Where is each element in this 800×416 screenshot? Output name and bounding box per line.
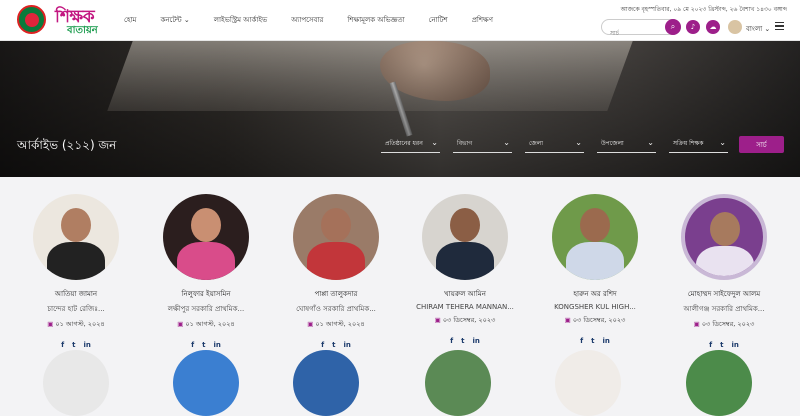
social-links: f t in xyxy=(535,337,655,345)
calendar-icon: ▣ xyxy=(177,320,184,328)
nav-item-home[interactable]: হোম xyxy=(124,14,136,26)
teacher-card[interactable]: নিলুফার ইয়াসমিন লক্ষীপুর সরকারি প্রাথমি… xyxy=(146,194,266,349)
twitter-icon[interactable]: t xyxy=(202,341,205,349)
facebook-icon[interactable]: f xyxy=(61,341,64,349)
teacher-name[interactable]: মোহাম্মদ সাইফেদুল আলম xyxy=(664,288,784,300)
filter-institution-type[interactable]: প্রতিষ্ঠানের ধরন xyxy=(381,138,440,153)
teacher-school: ঘোষগাঁও সরকারি প্রাথমিক... xyxy=(296,305,376,313)
teacher-photo[interactable] xyxy=(293,194,379,280)
social-links: f t in xyxy=(405,337,525,345)
twitter-icon[interactable]: t xyxy=(591,337,594,345)
teacher-photo[interactable] xyxy=(686,350,752,416)
nav-item-content[interactable]: কনটেন্ট xyxy=(160,14,189,26)
facebook-icon[interactable]: f xyxy=(580,337,583,345)
twitter-icon[interactable]: t xyxy=(720,341,723,349)
teacher-name[interactable]: নিলুফার ইয়াসমিন xyxy=(146,288,266,300)
linkedin-icon[interactable]: in xyxy=(732,341,739,349)
header-search: ⌕ xyxy=(601,19,681,41)
teacher-photo[interactable] xyxy=(555,350,621,416)
teacher-name[interactable]: আতিয়া জামান xyxy=(16,288,136,300)
nav-item-apps[interactable]: অ্যাপসেবার xyxy=(291,14,323,26)
teacher-name[interactable]: খায়রুল আমিন xyxy=(405,288,525,300)
linkedin-icon[interactable]: in xyxy=(344,341,351,349)
filter-district[interactable]: জেলা xyxy=(525,138,584,153)
nav-item-training[interactable]: প্রশিক্ষণ xyxy=(472,14,493,26)
teacher-photo[interactable] xyxy=(163,194,249,280)
search-input[interactable] xyxy=(602,26,662,41)
teacher-photo[interactable] xyxy=(173,350,239,416)
date-text: আজকে বৃহস্পতিবার, ০৯ মে ২০২৩ খ্রিস্টাব্দ… xyxy=(620,6,787,13)
teacher-photo[interactable] xyxy=(552,194,638,280)
teacher-date: ▣ ০১ আগস্ট, ২০২৪ xyxy=(307,320,365,328)
twitter-icon[interactable]: t xyxy=(332,341,335,349)
hero-banner: আর্কাইভ (২১২) জন প্রতিষ্ঠানের ধরন বিভাগ … xyxy=(0,41,800,177)
teacher-card[interactable]: পাপ্পা তালুকদার ঘোষগাঁও সরকারি প্রাথমিক.… xyxy=(276,194,396,349)
linkedin-icon[interactable]: in xyxy=(473,337,480,345)
teacher-card[interactable]: আতিয়া জামান চান্দের হাট রেজিঃ... ▣ ০১ আগ… xyxy=(16,194,136,349)
teacher-date: ▣ ০১ আগস্ট, ২০২৪ xyxy=(177,320,235,328)
facebook-icon[interactable]: f xyxy=(709,341,712,349)
teacher-card[interactable]: খায়রুল আমিন CHIRAM TEHERA MANNAN... ▣ ০৩… xyxy=(405,194,525,345)
teacher-school: KONGSHER KUL HIGH... xyxy=(554,303,636,311)
cloud-icon[interactable]: ☁ xyxy=(706,20,720,34)
site-header: শিক্ষক বাতায়ন হোম কনটেন্ট লাইভস্ট্রিম আ… xyxy=(0,0,800,41)
language-select[interactable]: বাংলা xyxy=(746,23,770,35)
menu-icon[interactable] xyxy=(775,22,784,30)
social-links: f t in xyxy=(276,341,396,349)
teacher-photo[interactable] xyxy=(681,194,767,280)
nav-item-notice[interactable]: নোটিশ xyxy=(429,14,448,26)
bell-icon[interactable]: ♪ xyxy=(686,20,700,34)
teacher-school: CHIRAM TEHERA MANNAN... xyxy=(416,303,514,311)
search-button[interactable]: সার্চ xyxy=(739,136,784,153)
calendar-icon: ▣ xyxy=(693,320,700,328)
nav-item-livestream[interactable]: লাইভস্ট্রিম আর্কাইভ xyxy=(214,14,267,26)
social-links: f t in xyxy=(664,341,784,349)
teacher-school: আলীগঞ্জ সরকারি প্রাথমিক... xyxy=(683,305,765,313)
government-logo[interactable] xyxy=(17,5,46,34)
calendar-icon: ▣ xyxy=(47,320,54,328)
brand-line2: বাতায়ন xyxy=(67,25,98,36)
teacher-card[interactable]: হারুন অর রশিদ KONGSHER KUL HIGH... ▣ ০৩ ড… xyxy=(535,194,655,345)
avatar[interactable] xyxy=(728,20,742,34)
nav-item-experience[interactable]: শিক্ষামূলক অভিজ্ঞতা xyxy=(347,14,404,26)
filter-division[interactable]: বিভাগ xyxy=(453,138,512,153)
twitter-icon[interactable]: t xyxy=(461,337,464,345)
teacher-date: ▣ ০৩ ডিসেম্বর, ২০২৩ xyxy=(564,316,626,324)
calendar-icon: ▣ xyxy=(434,316,441,324)
teacher-name[interactable]: পাপ্পা তালুকদার xyxy=(276,288,396,300)
facebook-icon[interactable]: f xyxy=(191,341,194,349)
facebook-icon[interactable]: f xyxy=(450,337,453,345)
brand-logo[interactable]: শিক্ষক বাতায়ন xyxy=(55,4,105,36)
linkedin-icon[interactable]: in xyxy=(603,337,610,345)
page-title: আর্কাইভ (২১২) জন xyxy=(17,138,117,152)
teacher-school: লক্ষীপুর সরকারি প্রাথমিক... xyxy=(167,305,245,313)
teacher-card[interactable]: মোহাম্মদ সাইফেদুল আলম আলীগঞ্জ সরকারি প্র… xyxy=(664,194,784,349)
filter-upazila[interactable]: উপজেলা xyxy=(597,138,656,153)
filter-active-teacher[interactable]: সক্রিয় শিক্ষক xyxy=(669,138,728,153)
social-links: f t in xyxy=(146,341,266,349)
social-links: f t in xyxy=(16,341,136,349)
teacher-photo[interactable] xyxy=(425,350,491,416)
linkedin-icon[interactable]: in xyxy=(84,341,91,349)
teacher-photo[interactable] xyxy=(422,194,508,280)
teacher-photo[interactable] xyxy=(293,350,359,416)
teacher-photo[interactable] xyxy=(43,350,109,416)
teacher-photo[interactable] xyxy=(33,194,119,280)
teacher-date: ▣ ০৩ ডিসেম্বর, ২০২৩ xyxy=(693,320,755,328)
search-icon[interactable]: ⌕ xyxy=(665,19,681,35)
calendar-icon: ▣ xyxy=(564,316,571,324)
main-nav: হোম কনটেন্ট লাইভস্ট্রিম আর্কাইভ অ্যাপসেব… xyxy=(124,14,517,26)
teacher-date: ▣ ০১ আগস্ট, ২০২৪ xyxy=(47,320,105,328)
calendar-icon: ▣ xyxy=(307,320,314,328)
linkedin-icon[interactable]: in xyxy=(214,341,221,349)
teacher-date: ▣ ০৩ ডিসেম্বর, ২০২৩ xyxy=(434,316,496,324)
teacher-school: চান্দের হাট রেজিঃ... xyxy=(47,305,105,313)
facebook-icon[interactable]: f xyxy=(321,341,324,349)
twitter-icon[interactable]: t xyxy=(72,341,75,349)
teacher-name[interactable]: হারুন অর রশিদ xyxy=(535,288,655,300)
